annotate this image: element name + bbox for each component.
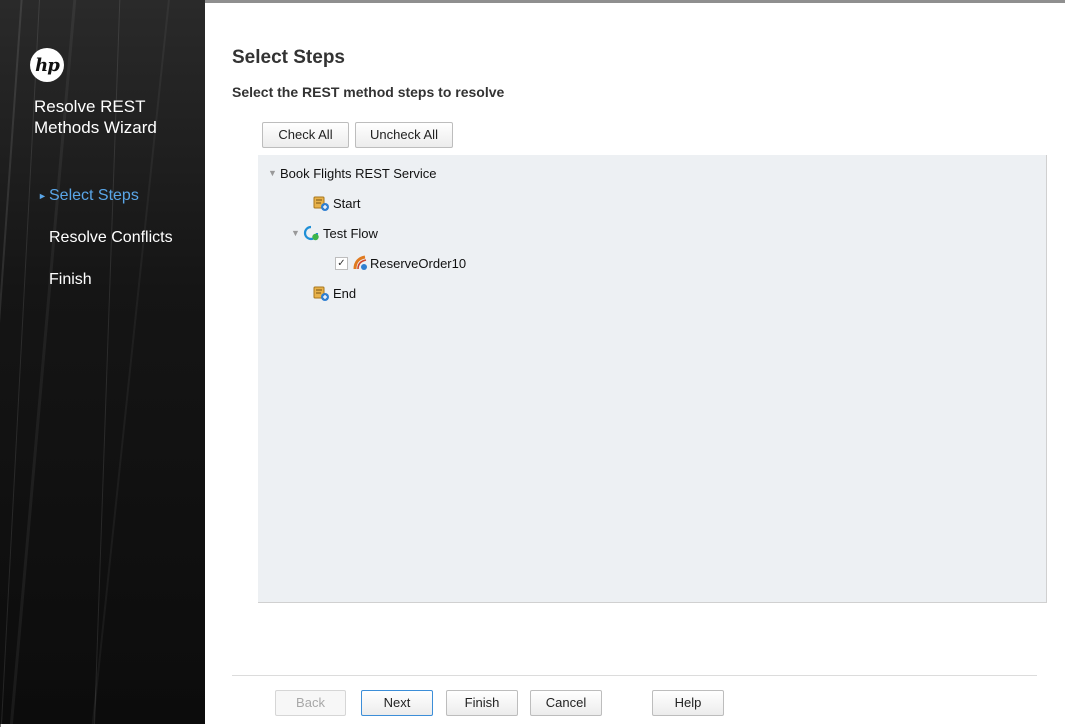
expand-triangle-icon[interactable]: ▼ — [268, 168, 280, 178]
step-finish[interactable]: Finish — [0, 267, 205, 309]
wizard-steps: ► Select Steps Resolve Conflicts Finish — [0, 183, 205, 309]
next-button[interactable]: Next — [361, 690, 433, 716]
tree-node-start[interactable]: Start — [313, 193, 360, 213]
flow-icon — [303, 225, 319, 241]
uncheck-all-button[interactable]: Uncheck All — [355, 122, 453, 148]
page-title: Select Steps — [232, 47, 345, 68]
tree-node-root[interactable]: ▼ Book Flights REST Service — [268, 163, 437, 183]
wizard-main: Select Steps Select the REST method step… — [232, 0, 1047, 724]
tree-node-end[interactable]: End — [313, 283, 356, 303]
step-label: Resolve Conflicts — [49, 229, 173, 246]
tree-node-test-flow[interactable]: ▼ Test Flow — [291, 223, 378, 243]
footer-divider — [232, 675, 1037, 676]
step-icon — [313, 195, 329, 211]
step-checkbox[interactable]: ✓ — [335, 256, 348, 270]
check-all-button[interactable]: Check All — [262, 122, 349, 148]
step-resolve-conflicts[interactable]: Resolve Conflicts — [0, 225, 205, 267]
step-icon — [313, 285, 329, 301]
step-select-steps[interactable]: ► Select Steps — [0, 183, 205, 225]
tree-node-label: Test Flow — [323, 225, 378, 241]
finish-button[interactable]: Finish — [446, 690, 518, 716]
tree-node-label: End — [333, 285, 357, 301]
wizard-sidebar: hp Resolve REST Methods Wizard ► Select … — [0, 0, 205, 724]
tree-node-reserve-order[interactable]: ✓ ReserveOrder10 — [335, 253, 466, 273]
page-subtitle: Select the REST method steps to resolve — [232, 84, 505, 100]
rest-method-icon — [352, 255, 368, 271]
wizard-title: Resolve REST Methods Wizard — [34, 97, 157, 137]
step-label: Finish — [49, 271, 92, 288]
cancel-button[interactable]: Cancel — [530, 690, 602, 716]
hp-logo: hp — [30, 48, 64, 82]
tree-node-label: Book Flights REST Service — [280, 165, 437, 181]
tree-node-label: ReserveOrder10 — [370, 255, 467, 271]
steps-tree: ▼ Book Flights REST Service Start ▼ Test… — [258, 155, 1047, 603]
expand-triangle-icon[interactable]: ▼ — [291, 228, 303, 238]
current-step-arrow-icon: ► — [38, 191, 47, 201]
step-label: Select Steps — [49, 187, 139, 204]
help-button[interactable]: Help — [652, 690, 724, 716]
tree-node-label: Start — [333, 195, 361, 211]
back-button[interactable]: Back — [275, 690, 346, 716]
